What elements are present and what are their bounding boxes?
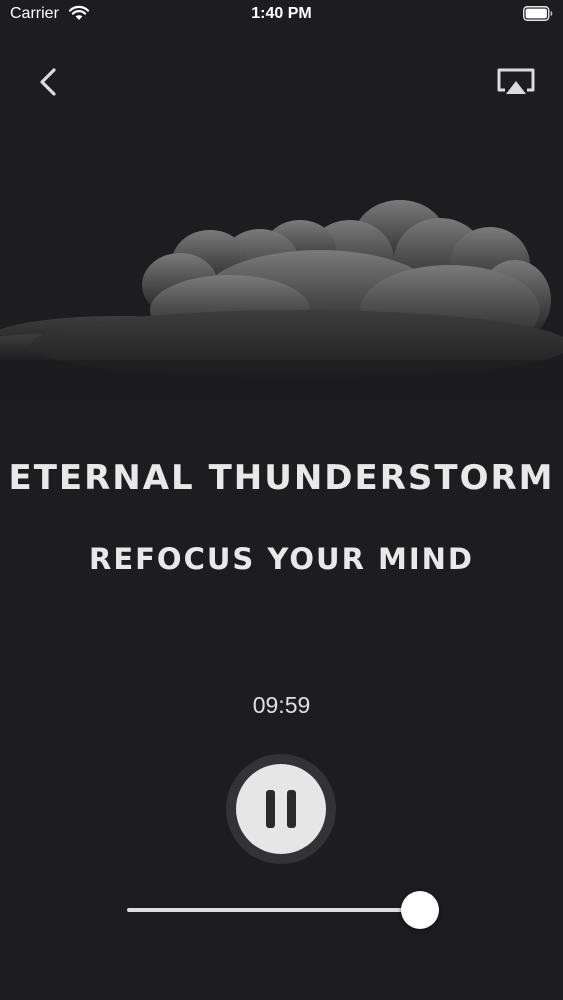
volume-slider[interactable] xyxy=(127,890,439,930)
storm-cloud-icon xyxy=(0,200,563,400)
airplay-button[interactable] xyxy=(495,66,537,98)
airplay-icon xyxy=(497,68,535,94)
pause-button[interactable] xyxy=(226,754,336,864)
track-subtitle: REFOCUS YOUR MIND xyxy=(88,542,474,576)
track-title: ETERNAL THUNDERSTORM xyxy=(8,458,555,498)
back-button[interactable] xyxy=(34,64,64,100)
slider-track xyxy=(127,908,420,912)
pause-bar-left xyxy=(266,790,275,828)
status-time: 1:40 PM xyxy=(251,5,312,22)
chevron-left-icon xyxy=(40,68,56,96)
slider-thumb[interactable] xyxy=(401,891,439,929)
slider-fill xyxy=(127,908,420,912)
pause-bar-right xyxy=(287,790,296,828)
pause-button-face xyxy=(236,764,326,854)
battery-icon xyxy=(523,6,553,21)
status-bar: Carrier 1:40 PM xyxy=(0,0,563,30)
countdown-timer: 09:59 xyxy=(252,692,311,718)
